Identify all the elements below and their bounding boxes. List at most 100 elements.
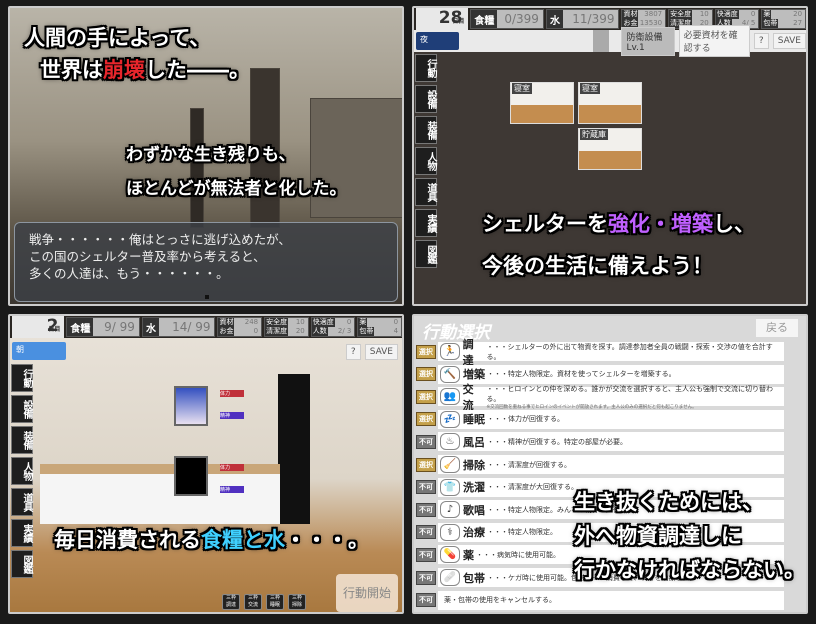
med-label: 薬: [762, 10, 772, 19]
caption-line: 生き抜くためには、: [574, 490, 763, 514]
safety-row: 安全度 10: [265, 318, 305, 327]
time-of-day: 夜: [416, 32, 459, 50]
people-row: 人数 2/ 3: [311, 327, 351, 336]
schedule-slot[interactable]: 三枠 調達: [222, 594, 240, 610]
elevator-shaft: [592, 30, 610, 52]
action-desc: ・・・シェルターの外に出て物資を探す。調達参加者全員の戦闘・探索・交渉の値を合計…: [486, 342, 773, 361]
shelter-screen-panel: 28 日目 食糧 0/399 水 11/399 資材 3807 お金 13530 安全度 10 清潔度 2…: [412, 6, 808, 306]
action-name: 治療: [463, 526, 485, 540]
caption-line: ほとんどが無法者と化した。: [126, 179, 347, 199]
action-row[interactable]: 選択 🔨 増築 ・・・特定人物限定。資材を使ってシェルターを増築する。: [416, 364, 784, 384]
side-menu-item[interactable]: 行動: [11, 364, 33, 392]
comfort-row: 快適度 0: [311, 318, 351, 327]
beds: [40, 464, 280, 524]
action-desc: ・・・精神が回復する。特定の部屋が必要。: [487, 437, 627, 446]
disabled-button: 不可: [416, 502, 436, 517]
slot-prefix: 三枠: [269, 595, 280, 601]
side-menu-item[interactable]: 人物: [11, 457, 33, 485]
mind-gauge: 精神: [220, 486, 244, 493]
room-bedroom[interactable]: 寝室: [578, 82, 642, 124]
side-menu-item[interactable]: 道具: [11, 488, 33, 516]
facility-level: 防衛設備 Lv.1: [621, 26, 675, 56]
food-value: 9/ 99: [104, 320, 135, 334]
caption-line: 世界は崩壊した――。: [40, 54, 250, 84]
action-row[interactable]: 不可 ♨ 風呂 ・・・精神が回復する。特定の部屋が必要。: [416, 432, 784, 452]
bandage-row: 包帯 27: [762, 19, 802, 28]
side-menu-item[interactable]: 設備: [415, 85, 437, 113]
money-label: お金: [218, 327, 235, 336]
help-button[interactable]: ?: [753, 33, 769, 49]
side-menu-item[interactable]: 装備: [415, 116, 437, 144]
side-menu-item[interactable]: 図鑑: [415, 240, 437, 268]
confirm-materials-button[interactable]: 必要資材を確認する: [678, 25, 750, 57]
action-row[interactable]: 不可 薬・包帯の使用をキャンセルする。: [416, 590, 784, 610]
action-desc-wrap: ・・・ヒロインとの仲を深める。誰かが交流を選択すると、主人公も強制で交流に切り替…: [486, 384, 784, 410]
time-area: 朝: [10, 338, 70, 360]
side-menu-item[interactable]: 図鑑: [11, 550, 33, 578]
room-bedroom[interactable]: 寝室: [510, 82, 574, 124]
back-button[interactable]: 戻る: [756, 319, 798, 337]
schedule-slot[interactable]: 三枠 交流: [244, 594, 262, 610]
action-row[interactable]: 選択 💤 睡眠 ・・・体力が回復する。: [416, 409, 784, 429]
save-button[interactable]: SAVE: [772, 33, 806, 49]
comfort-people-stat: 快適度 0 人数 2/ 3: [310, 317, 356, 337]
schedule-slot[interactable]: 三枠 睡眠: [266, 594, 284, 610]
action-desc-wrap: ・・・特定人物限定。資材を使ってシェルターを増築する。: [487, 369, 676, 379]
room-label: 寝室: [512, 83, 532, 94]
slot-prefix: 三枠: [291, 595, 302, 601]
select-button[interactable]: 選択: [416, 344, 436, 359]
action-icon: 👥: [439, 388, 460, 406]
materials-money-stat: 資材 248 お金 0: [217, 317, 263, 337]
materials-row: 資材 248: [218, 318, 258, 327]
comfort-label: 快適度: [715, 10, 739, 19]
med-bandage-stat: 薬 0 包帯 4: [357, 317, 402, 337]
money-row: お金 0: [218, 327, 258, 336]
materials-label: 資材: [218, 318, 235, 327]
help-button[interactable]: ?: [345, 344, 361, 360]
clean-label: 清潔度: [265, 327, 289, 336]
action-select-panel: 行動選択 戻る 選択 🏃 調達 ・・・シェルターの外に出て物資を探す。調達参加者全員の…: [412, 314, 808, 614]
comfort-row: 快適度 0: [715, 10, 756, 19]
dialog-line: 多くの人達は、もう・・・・・・。: [29, 266, 229, 281]
schedule-slot[interactable]: 三枠 掃除: [288, 594, 306, 610]
bandage-value: 27: [793, 19, 803, 27]
bandage-value: 4: [393, 327, 399, 335]
water-stat: 水 11/399: [545, 9, 620, 29]
side-menu: 行動設備装備人物道具実績図鑑: [415, 54, 437, 268]
side-menu-item[interactable]: 道具: [415, 178, 437, 206]
select-button[interactable]: 選択: [416, 389, 436, 404]
heroine-portrait[interactable]: [174, 386, 208, 426]
action-row[interactable]: 選択 👥 交流 ・・・ヒロインとの仲を深める。誰かが交流を選択すると、主人公も強制で交…: [416, 383, 784, 412]
side-menu-item[interactable]: 実績: [415, 209, 437, 237]
water-label: 水: [546, 10, 563, 28]
side-menu-item[interactable]: 行動: [415, 54, 437, 82]
select-button[interactable]: 選択: [416, 367, 436, 382]
side-menu-item[interactable]: 装備: [11, 426, 33, 454]
action-name: 交流: [462, 382, 474, 412]
door: [278, 374, 310, 524]
save-button[interactable]: SAVE: [364, 344, 398, 360]
action-row[interactable]: 選択 🏃 調達 ・・・シェルターの外に出て物資を探す。調達参加者全員の戦闘・探索・交渉…: [416, 338, 784, 367]
disabled-button: 不可: [416, 570, 436, 585]
start-action-button[interactable]: 行動開始: [336, 574, 398, 612]
action-row[interactable]: 選択 🧹 掃除 ・・・清潔度が回復する。: [416, 455, 784, 474]
room-storage[interactable]: 貯蔵庫: [578, 128, 642, 170]
side-menu-item[interactable]: 設備: [11, 395, 33, 423]
slot-action: 掃除: [291, 602, 302, 608]
comfort-value: 0: [750, 10, 756, 18]
side-menu-item[interactable]: 実績: [11, 519, 33, 547]
select-button[interactable]: 選択: [416, 457, 436, 472]
side-menu-item[interactable]: 人物: [415, 147, 437, 175]
action-name: 洗濯: [463, 481, 485, 495]
food-label: 食糧: [471, 10, 498, 28]
day-counter: 2 日目: [12, 316, 65, 338]
hp-gauge: 体力: [220, 464, 244, 471]
room-label: 貯蔵庫: [580, 129, 608, 140]
dialog-box[interactable]: 戦争・・・・・・俺はとっさに逃げ込めたが、 この国のシェルター普及率から考えると…: [14, 222, 398, 302]
slot-action: 交流: [247, 602, 258, 608]
action-desc: ・・・清潔度が回復する。: [487, 460, 571, 469]
select-button[interactable]: 選択: [416, 412, 436, 427]
materials-value: 3807: [644, 10, 663, 18]
protagonist-portrait[interactable]: [174, 456, 208, 496]
bandage-label: 包帯: [358, 327, 375, 336]
